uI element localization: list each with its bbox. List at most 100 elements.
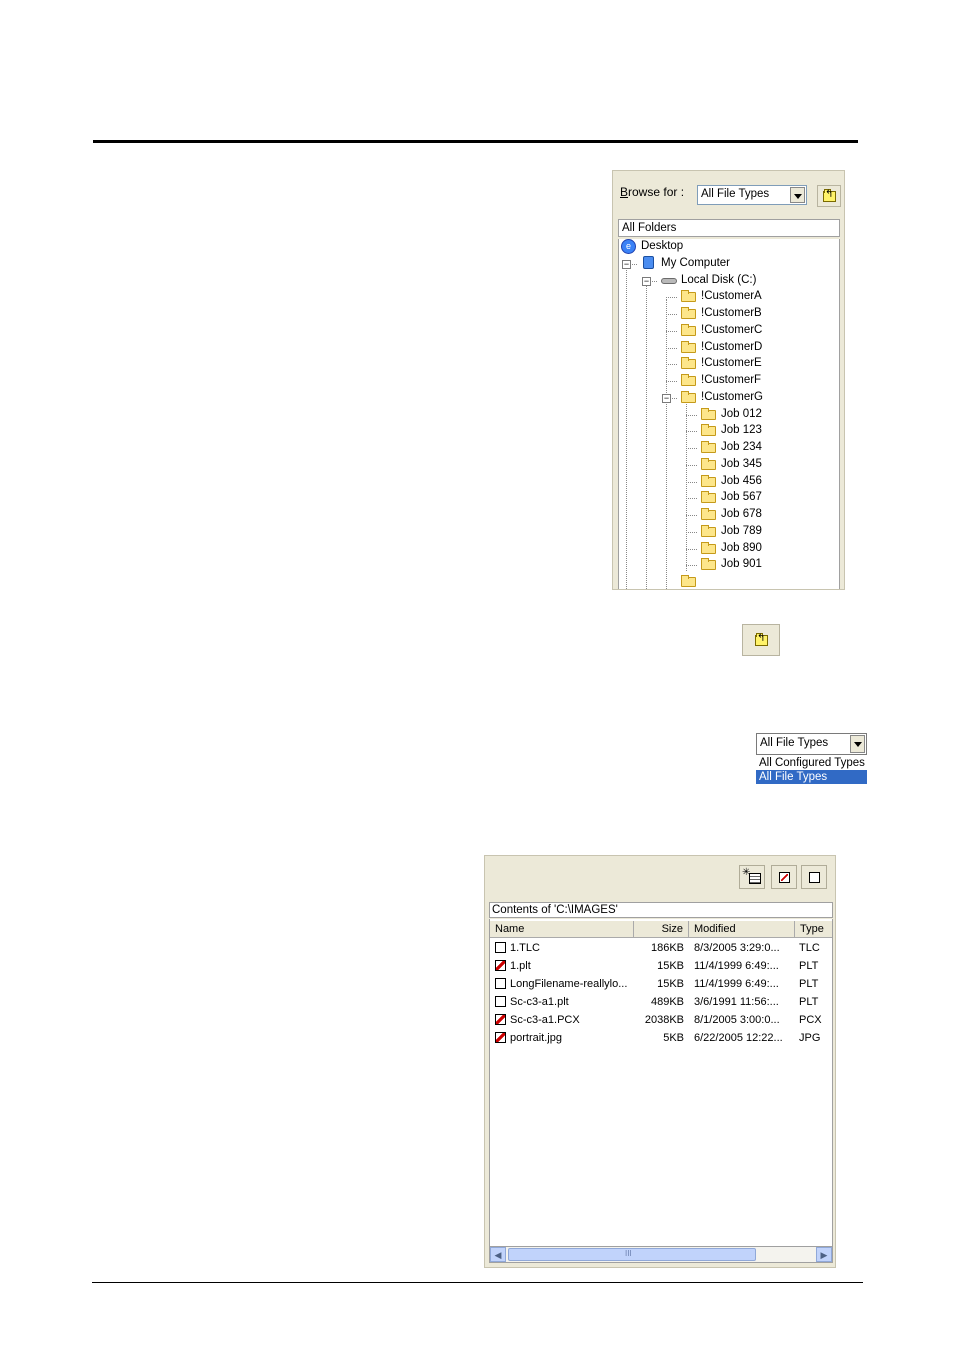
tree-item-label: Job 789: [721, 524, 762, 537]
file-name-cell: 1.plt: [510, 960, 531, 972]
dropdown-options-list: All Configured Types All File Types: [756, 756, 867, 784]
bottom-rule: [92, 1282, 863, 1283]
file-modified-cell: 3/6/1991 11:56:...: [694, 996, 779, 1008]
tree-item-label: Local Disk (C:): [681, 273, 757, 286]
file-modified-cell: 11/4/1999 6:49:...: [694, 960, 779, 972]
unchecked-box-icon[interactable]: [495, 978, 506, 989]
file-size-cell: 489KB: [650, 996, 684, 1008]
disk-icon: [661, 277, 677, 284]
folder-icon: [681, 307, 696, 319]
file-modified-cell: 8/3/2005 3:29:0...: [694, 942, 780, 954]
top-rule: [93, 140, 858, 143]
uncheck-all-button[interactable]: [801, 865, 827, 889]
dropdown-value: All File Types: [760, 737, 829, 749]
tree-item-label: Job 234: [721, 441, 762, 453]
file-type-cell: TLC: [799, 942, 820, 954]
file-name-cell: Sc-c3-a1.PCX: [510, 1014, 580, 1026]
file-row[interactable]: portrait.jpg 5KB 6/22/2005 12:22... JPG: [490, 1029, 832, 1047]
folder-icon: [701, 441, 716, 453]
file-type-cell: PLT: [799, 960, 819, 972]
checked-box-icon[interactable]: [495, 1014, 506, 1025]
checked-box-icon[interactable]: [495, 960, 506, 971]
file-row[interactable]: 1.plt 15KB 11/4/1999 6:49:... PLT: [490, 957, 832, 975]
file-type-cell: PCX: [799, 1014, 822, 1026]
column-header-modified[interactable]: Modified: [689, 921, 795, 938]
up-folder-button-example[interactable]: [742, 624, 780, 656]
tree-item-label: Job 456: [721, 474, 762, 487]
folder-icon: [681, 374, 696, 386]
file-type-cell: JPG: [799, 1032, 821, 1044]
file-row[interactable]: Sc-c3-a1.plt 489KB 3/6/1991 11:56:... PLT: [490, 993, 832, 1011]
folder-icon: [681, 357, 696, 370]
unchecked-box-icon[interactable]: [495, 996, 506, 1007]
tree-item-label: Job 012: [721, 407, 762, 420]
folder-tree[interactable]: e Desktop − My Computer − Local Disk (C:) !Cus…: [618, 239, 840, 589]
file-type-select[interactable]: All File Types: [697, 185, 807, 205]
folder-icon: [701, 508, 716, 520]
file-row[interactable]: 1.TLC 186KB 8/3/2005 3:29:0... TLC: [490, 939, 832, 957]
tree-item-label: !CustomerC: [701, 323, 763, 336]
file-modified-cell: 11/4/1999 6:49:...: [694, 978, 779, 990]
file-row[interactable]: LongFilename-reallylo... 15KB 11/4/1999 6:…: [490, 975, 832, 993]
folder-icon: [701, 424, 716, 437]
tree-item-label: !CustomerD: [701, 340, 763, 353]
dropdown-option[interactable]: All File Types: [756, 770, 867, 784]
file-modified-cell: 6/22/2005 12:22...: [694, 1032, 783, 1044]
column-header-name[interactable]: Name: [490, 921, 634, 938]
unchecked-box-icon[interactable]: [495, 942, 506, 953]
scroll-thumb[interactable]: III: [508, 1248, 756, 1261]
file-type-dropdown[interactable]: All File Types: [756, 733, 867, 755]
column-header-type[interactable]: Type: [795, 921, 832, 938]
folder-icon: [701, 474, 716, 487]
tree-item-label: !CustomerB: [701, 307, 762, 319]
computer-icon: [643, 255, 654, 269]
folder-icon: [681, 340, 696, 353]
checked-box-icon[interactable]: [495, 1032, 506, 1043]
dropdown-arrow-icon[interactable]: [790, 187, 805, 203]
check-all-button[interactable]: [771, 865, 797, 889]
collapse-toggle-icon[interactable]: −: [642, 276, 651, 286]
tree-item-label: Job 901: [721, 558, 762, 571]
dropdown-arrow-icon[interactable]: [850, 735, 865, 753]
tree-item-label: !CustomerA: [701, 290, 762, 303]
file-name-cell: 1.TLC: [510, 942, 540, 954]
tree-item-label: !CustomerF: [701, 374, 762, 386]
up-folder-icon: [755, 633, 768, 646]
desktop-icon: e: [621, 239, 636, 254]
folder-icon: [681, 290, 696, 303]
collapse-toggle-icon[interactable]: −: [662, 393, 671, 403]
contents-header: Contents of 'C:\IMAGES': [489, 902, 833, 918]
unchecked-box-icon: [809, 872, 820, 883]
tree-item-label: Job 678: [721, 508, 762, 520]
folder-icon: [681, 390, 696, 403]
checked-box-icon: [779, 872, 790, 883]
horizontal-scrollbar[interactable]: ◀ III ▶: [489, 1246, 833, 1263]
tree-item-label: !CustomerE: [701, 357, 762, 370]
file-name-cell: Sc-c3-a1.plt: [510, 996, 569, 1008]
folder-icon: [701, 457, 716, 470]
scroll-left-icon[interactable]: ◀: [490, 1247, 506, 1262]
file-row[interactable]: Sc-c3-a1.PCX 2038KB 8/1/2005 3:00:0... PCX: [490, 1011, 832, 1029]
file-size-cell: 15KB: [657, 978, 684, 990]
column-header-size[interactable]: Size: [634, 921, 689, 938]
file-size-cell: 15KB: [657, 960, 684, 972]
file-modified-cell: 8/1/2005 3:00:0...: [694, 1014, 780, 1026]
browse-for-label: Browse for :: [620, 185, 685, 199]
browse-panel: Browse for : All File Types All Folders …: [612, 170, 845, 590]
folder-icon: [681, 323, 696, 336]
tree-item-label: !CustomerG: [701, 390, 763, 403]
up-folder-button[interactable]: [817, 185, 841, 207]
scroll-right-icon[interactable]: ▶: [816, 1247, 832, 1262]
file-list[interactable]: Name Size Modified Type 1.TLC 186KB 8/3/20…: [489, 919, 833, 1246]
file-list-panel: ✳ Contents of 'C:\IMAGES' Name Size Modi…: [484, 855, 836, 1268]
folder-icon: [701, 541, 716, 554]
tree-item-label: Job 123: [721, 424, 762, 437]
dropdown-option[interactable]: All Configured Types: [756, 756, 867, 770]
folder-icon: [701, 491, 716, 504]
tree-item-label: My Computer: [661, 256, 731, 269]
new-file-button[interactable]: ✳: [739, 865, 765, 889]
tree-item-label: Desktop: [641, 240, 684, 252]
file-type-value: All File Types: [701, 188, 770, 200]
collapse-toggle-icon[interactable]: −: [622, 259, 631, 269]
file-size-cell: 5KB: [663, 1032, 684, 1044]
